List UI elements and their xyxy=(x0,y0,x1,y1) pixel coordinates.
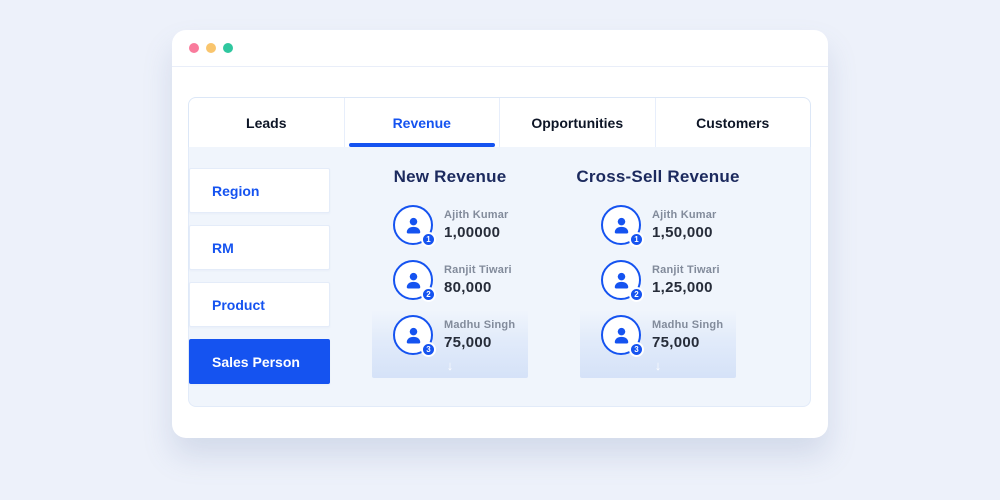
tab-opportunities[interactable]: Opportunities xyxy=(499,98,655,147)
cross-sell-revenue-column: Cross-Sell Revenue ↓ 1 Ajith Kumar 1,50,… xyxy=(580,147,736,406)
person-name: Madhu Singh xyxy=(652,319,723,331)
avatar: 1 xyxy=(601,205,641,245)
person-name: Ajith Kumar xyxy=(652,209,717,221)
tab-revenue[interactable]: Revenue xyxy=(344,98,500,147)
avatar: 2 xyxy=(601,260,641,300)
main-tabs: Leads Revenue Opportunities Customers xyxy=(188,97,811,147)
person-name: Madhu Singh xyxy=(444,319,515,331)
app-window: Leads Revenue Opportunities Customers Re… xyxy=(172,30,828,438)
rank-badge: 2 xyxy=(629,287,644,302)
expand-window-icon[interactable] xyxy=(223,43,233,53)
scroll-down-icon[interactable]: ↓ xyxy=(655,358,662,373)
sidebar-item-region[interactable]: Region xyxy=(189,168,330,213)
list-item: 1 Ajith Kumar 1,50,000 xyxy=(601,205,717,245)
list-item: 3 Madhu Singh 75,000 xyxy=(393,315,515,355)
avatar: 3 xyxy=(393,315,433,355)
rank-badge: 3 xyxy=(421,342,436,357)
person-value: 1,00000 xyxy=(444,224,509,241)
tab-customers[interactable]: Customers xyxy=(655,98,811,147)
list-item: 1 Ajith Kumar 1,00000 xyxy=(393,205,509,245)
list-item: 2 Ranjit Tiwari 1,25,000 xyxy=(601,260,720,300)
person-value: 75,000 xyxy=(444,334,515,351)
sidebar-item-rm[interactable]: RM xyxy=(189,225,330,270)
scroll-down-icon[interactable]: ↓ xyxy=(447,358,454,373)
new-revenue-title: New Revenue xyxy=(394,167,507,187)
content-panel: Region RM Product Sales Person New Reven… xyxy=(188,147,811,407)
person-value: 80,000 xyxy=(444,279,512,296)
rank-badge: 1 xyxy=(629,232,644,247)
person-name: Ajith Kumar xyxy=(444,209,509,221)
cross-sell-revenue-title: Cross-Sell Revenue xyxy=(576,167,739,187)
tab-leads[interactable]: Leads xyxy=(189,98,344,147)
list-item: 2 Ranjit Tiwari 80,000 xyxy=(393,260,512,300)
avatar: 1 xyxy=(393,205,433,245)
minimize-window-icon[interactable] xyxy=(206,43,216,53)
avatar: 2 xyxy=(393,260,433,300)
close-window-icon[interactable] xyxy=(189,43,199,53)
window-titlebar xyxy=(172,30,828,67)
person-name: Ranjit Tiwari xyxy=(652,264,720,276)
avatar: 3 xyxy=(601,315,641,355)
person-value: 75,000 xyxy=(652,334,723,351)
person-name: Ranjit Tiwari xyxy=(444,264,512,276)
new-revenue-column: New Revenue ↓ 1 Ajith Kumar 1,00000 xyxy=(372,147,528,406)
sidebar-item-sales-person[interactable]: Sales Person xyxy=(189,339,330,384)
rank-badge: 1 xyxy=(421,232,436,247)
filter-sidebar: Region RM Product Sales Person xyxy=(189,168,330,396)
rank-badge: 3 xyxy=(629,342,644,357)
person-value: 1,25,000 xyxy=(652,279,720,296)
rank-badge: 2 xyxy=(421,287,436,302)
list-item: 3 Madhu Singh 75,000 xyxy=(601,315,723,355)
person-value: 1,50,000 xyxy=(652,224,717,241)
sidebar-item-product[interactable]: Product xyxy=(189,282,330,327)
